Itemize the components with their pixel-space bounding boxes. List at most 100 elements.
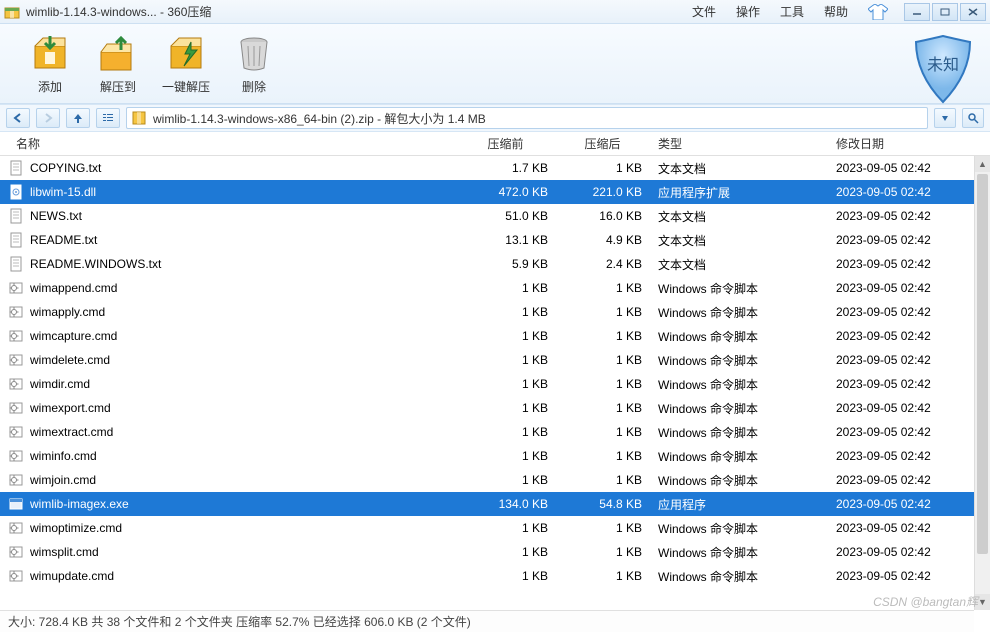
- file-row[interactable]: wimoptimize.cmd1 KB1 KBWindows 命令脚本2023-…: [0, 516, 990, 540]
- skin-icon[interactable]: [868, 4, 888, 20]
- column-header-name[interactable]: 名称: [0, 132, 456, 155]
- file-row[interactable]: wimcapture.cmd1 KB1 KBWindows 命令脚本2023-0…: [0, 324, 990, 348]
- scroll-up-arrow[interactable]: ▲: [975, 156, 990, 172]
- column-headers: 名称 压缩前 压缩后 类型 修改日期: [0, 132, 990, 156]
- toolbar-quick-extract-button[interactable]: 一键解压: [152, 32, 220, 95]
- box-extract-icon: [97, 32, 139, 74]
- file-size-after: 1 KB: [556, 425, 650, 439]
- file-type: Windows 命令脚本: [650, 280, 828, 297]
- file-type: 文本文档: [650, 208, 828, 225]
- file-size-after: 1 KB: [556, 305, 650, 319]
- file-size-after: 1 KB: [556, 521, 650, 535]
- nav-back-button[interactable]: [6, 108, 30, 128]
- path-dropdown-button[interactable]: [934, 108, 956, 128]
- view-mode-button[interactable]: [96, 108, 120, 128]
- scroll-thumb[interactable]: [977, 174, 988, 554]
- file-size-before: 1.7 KB: [456, 161, 556, 175]
- file-size-before: 5.9 KB: [456, 257, 556, 271]
- file-name: wimoptimize.cmd: [30, 521, 122, 535]
- column-header-after[interactable]: 压缩后: [556, 132, 650, 155]
- toolbar: 添加 解压到 一键解压 删除 未知: [0, 24, 990, 104]
- file-size-after: 1 KB: [556, 161, 650, 175]
- file-row[interactable]: wimdelete.cmd1 KB1 KBWindows 命令脚本2023-09…: [0, 348, 990, 372]
- file-date: 2023-09-05 02:42: [828, 161, 962, 175]
- column-header-before[interactable]: 压缩前: [456, 132, 556, 155]
- pathbar: wimlib-1.14.3-windows-x86_64-bin (2).zip…: [0, 104, 990, 132]
- file-icon: [8, 280, 24, 296]
- minimize-button[interactable]: [904, 3, 930, 21]
- file-type: Windows 命令脚本: [650, 400, 828, 417]
- file-date: 2023-09-05 02:42: [828, 521, 962, 535]
- file-row[interactable]: wimdir.cmd1 KB1 KBWindows 命令脚本2023-09-05…: [0, 372, 990, 396]
- file-row[interactable]: wimlib-imagex.exe134.0 KB54.8 KB应用程序2023…: [0, 492, 990, 516]
- file-name: wimdir.cmd: [30, 377, 90, 391]
- column-header-date[interactable]: 修改日期: [828, 132, 962, 155]
- file-name: wimapply.cmd: [30, 305, 105, 319]
- file-name: wimlib-imagex.exe: [30, 497, 129, 511]
- toolbar-delete-label: 删除: [242, 78, 266, 95]
- file-name: README.WINDOWS.txt: [30, 257, 161, 271]
- menu-bar: 文件 操作 工具 帮助: [692, 3, 848, 20]
- file-row[interactable]: wimapply.cmd1 KB1 KBWindows 命令脚本2023-09-…: [0, 300, 990, 324]
- file-size-before: 1 KB: [456, 569, 556, 583]
- file-name: COPYING.txt: [30, 161, 101, 175]
- column-header-type[interactable]: 类型: [650, 132, 828, 155]
- menu-help[interactable]: 帮助: [824, 3, 848, 20]
- file-row[interactable]: README.WINDOWS.txt5.9 KB2.4 KB文本文档2023-0…: [0, 252, 990, 276]
- scroll-down-arrow[interactable]: ▼: [975, 594, 990, 610]
- file-name: NEWS.txt: [30, 209, 82, 223]
- file-size-after: 1 KB: [556, 377, 650, 391]
- svg-text:未知: 未知: [927, 56, 959, 74]
- security-shield-icon[interactable]: 未知: [904, 30, 982, 108]
- file-date: 2023-09-05 02:42: [828, 377, 962, 391]
- vertical-scrollbar[interactable]: ▲ ▼: [974, 156, 990, 610]
- file-row[interactable]: NEWS.txt51.0 KB16.0 KB文本文档2023-09-05 02:…: [0, 204, 990, 228]
- file-name: README.txt: [30, 233, 97, 247]
- file-row[interactable]: COPYING.txt1.7 KB1 KB文本文档2023-09-05 02:4…: [0, 156, 990, 180]
- toolbar-extract-button[interactable]: 解压到: [84, 32, 152, 95]
- file-row[interactable]: README.txt13.1 KB4.9 KB文本文档2023-09-05 02…: [0, 228, 990, 252]
- file-size-before: 1 KB: [456, 521, 556, 535]
- file-type: Windows 命令脚本: [650, 568, 828, 585]
- file-row[interactable]: wimjoin.cmd1 KB1 KBWindows 命令脚本2023-09-0…: [0, 468, 990, 492]
- maximize-button[interactable]: [932, 3, 958, 21]
- file-row[interactable]: wimexport.cmd1 KB1 KBWindows 命令脚本2023-09…: [0, 396, 990, 420]
- file-icon: [8, 256, 24, 272]
- file-icon: [8, 232, 24, 248]
- app-icon: [4, 4, 20, 20]
- close-button[interactable]: [960, 3, 986, 21]
- menu-tools[interactable]: 工具: [780, 3, 804, 20]
- file-type: Windows 命令脚本: [650, 520, 828, 537]
- file-icon: [8, 208, 24, 224]
- file-row[interactable]: wimextract.cmd1 KB1 KBWindows 命令脚本2023-0…: [0, 420, 990, 444]
- toolbar-extract-label: 解压到: [100, 78, 136, 95]
- file-size-after: 1 KB: [556, 281, 650, 295]
- toolbar-add-button[interactable]: 添加: [16, 32, 84, 95]
- path-input[interactable]: wimlib-1.14.3-windows-x86_64-bin (2).zip…: [126, 107, 928, 129]
- file-list[interactable]: COPYING.txt1.7 KB1 KB文本文档2023-09-05 02:4…: [0, 156, 990, 608]
- file-size-after: 1 KB: [556, 473, 650, 487]
- file-icon: [8, 520, 24, 536]
- file-icon: [8, 160, 24, 176]
- toolbar-delete-button[interactable]: 删除: [220, 32, 288, 95]
- file-size-after: 1 KB: [556, 449, 650, 463]
- file-size-before: 1 KB: [456, 377, 556, 391]
- file-size-before: 1 KB: [456, 545, 556, 559]
- file-size-before: 472.0 KB: [456, 185, 556, 199]
- file-row[interactable]: wimsplit.cmd1 KB1 KBWindows 命令脚本2023-09-…: [0, 540, 990, 564]
- nav-up-button[interactable]: [66, 108, 90, 128]
- file-date: 2023-09-05 02:42: [828, 257, 962, 271]
- file-row[interactable]: libwim-15.dll472.0 KB221.0 KB应用程序扩展2023-…: [0, 180, 990, 204]
- file-row[interactable]: wimupdate.cmd1 KB1 KBWindows 命令脚本2023-09…: [0, 564, 990, 588]
- file-name: wimupdate.cmd: [30, 569, 114, 583]
- menu-operate[interactable]: 操作: [736, 3, 760, 20]
- file-row[interactable]: wimappend.cmd1 KB1 KBWindows 命令脚本2023-09…: [0, 276, 990, 300]
- file-row[interactable]: wiminfo.cmd1 KB1 KBWindows 命令脚本2023-09-0…: [0, 444, 990, 468]
- file-name: wimdelete.cmd: [30, 353, 110, 367]
- nav-forward-button[interactable]: [36, 108, 60, 128]
- file-size-after: 54.8 KB: [556, 497, 650, 511]
- menu-file[interactable]: 文件: [692, 3, 716, 20]
- search-button[interactable]: [962, 108, 984, 128]
- file-size-before: 1 KB: [456, 353, 556, 367]
- file-size-before: 1 KB: [456, 449, 556, 463]
